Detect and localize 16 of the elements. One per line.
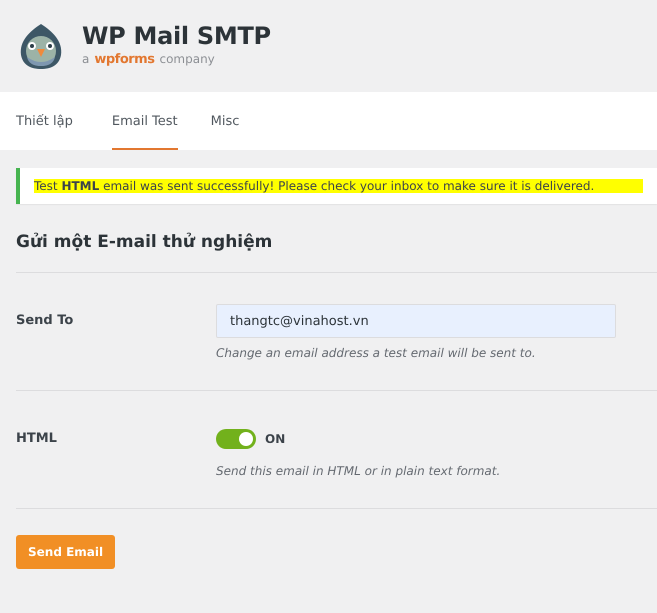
brand-wordmark: wpforms bbox=[94, 52, 154, 66]
tagline-text: a bbox=[82, 52, 90, 66]
toggle-state-label: ON bbox=[265, 432, 286, 446]
tagline-text: company bbox=[159, 52, 215, 66]
tab[interactable]: Thiết lập bbox=[16, 92, 93, 150]
tab[interactable]: Email Test bbox=[112, 92, 178, 150]
field-label: HTML bbox=[16, 430, 58, 448]
email-input-field[interactable]: thangtc@vinahost.vn bbox=[216, 304, 616, 338]
tab[interactable]: Misc bbox=[210, 92, 260, 150]
notice-message: Test HTML email was sent successfully! Please check your inbox to make sure it is delivered. bbox=[34, 179, 643, 193]
toggle-switch[interactable] bbox=[216, 429, 256, 449]
field-description: Change an email address a test email will be sent to. bbox=[216, 346, 537, 360]
app-title: WP Mail SMTP bbox=[82, 22, 271, 50]
field-description: Send this email in HTML or in plain text format. bbox=[216, 464, 502, 478]
field-label: Send To bbox=[16, 312, 74, 330]
section-title: Gửi một E-mail thử nghiệm bbox=[16, 204, 657, 273]
